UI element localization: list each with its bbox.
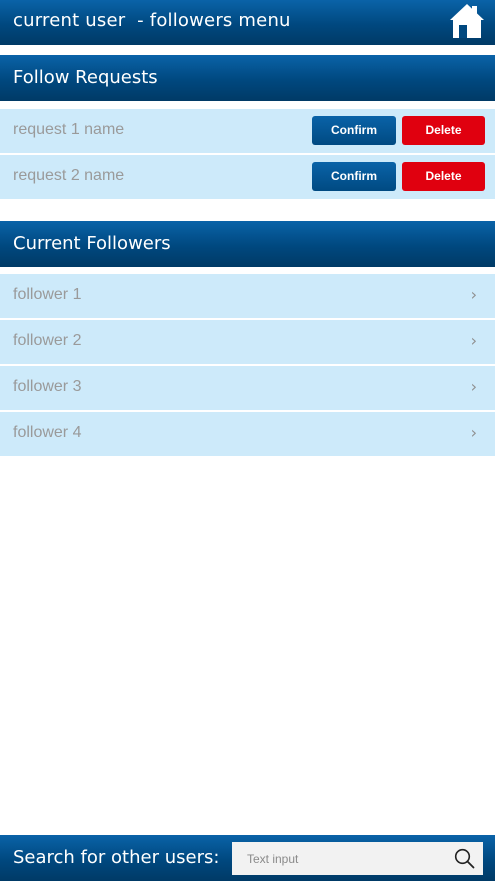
confirm-button[interactable]: Confirm xyxy=(312,116,396,145)
home-icon xyxy=(450,4,484,38)
follower-name: follower 4 xyxy=(13,424,82,441)
chevron-right-icon: › xyxy=(470,377,477,396)
delete-button[interactable]: Delete xyxy=(402,162,485,191)
current-followers-header: Current Followers xyxy=(0,221,495,267)
confirm-button[interactable]: Confirm xyxy=(312,162,396,191)
follow-requests-header: Follow Requests xyxy=(0,55,495,101)
follower-name: follower 1 xyxy=(13,286,82,303)
top-header-bar: current user - followers menu xyxy=(0,0,495,45)
home-button[interactable] xyxy=(449,3,485,39)
search-label: Search for other users: xyxy=(13,847,220,868)
page-title: current user - followers menu xyxy=(13,10,291,31)
search-icon[interactable] xyxy=(454,848,475,869)
current-followers-title: Current Followers xyxy=(13,233,171,254)
request-row-1: request 1 name Confirm Delete xyxy=(0,109,495,153)
request-name: request 2 name xyxy=(13,167,125,184)
follower-row-2[interactable]: follower 2 › xyxy=(0,320,495,364)
follow-requests-title: Follow Requests xyxy=(13,67,158,88)
search-box xyxy=(232,842,483,875)
chevron-right-icon: › xyxy=(470,423,477,442)
follower-row-3[interactable]: follower 3 › xyxy=(0,366,495,410)
chevron-right-icon: › xyxy=(470,331,477,350)
request-row-2: request 2 name Confirm Delete xyxy=(0,155,495,199)
follower-name: follower 3 xyxy=(13,378,82,395)
chevron-right-icon: › xyxy=(470,285,477,304)
search-bar: Search for other users: xyxy=(0,835,495,881)
search-input[interactable] xyxy=(232,842,447,875)
follower-name: follower 2 xyxy=(13,332,82,349)
follower-row-4[interactable]: follower 4 › xyxy=(0,412,495,456)
request-name: request 1 name xyxy=(13,121,125,138)
delete-button[interactable]: Delete xyxy=(402,116,485,145)
follower-row-1[interactable]: follower 1 › xyxy=(0,274,495,318)
